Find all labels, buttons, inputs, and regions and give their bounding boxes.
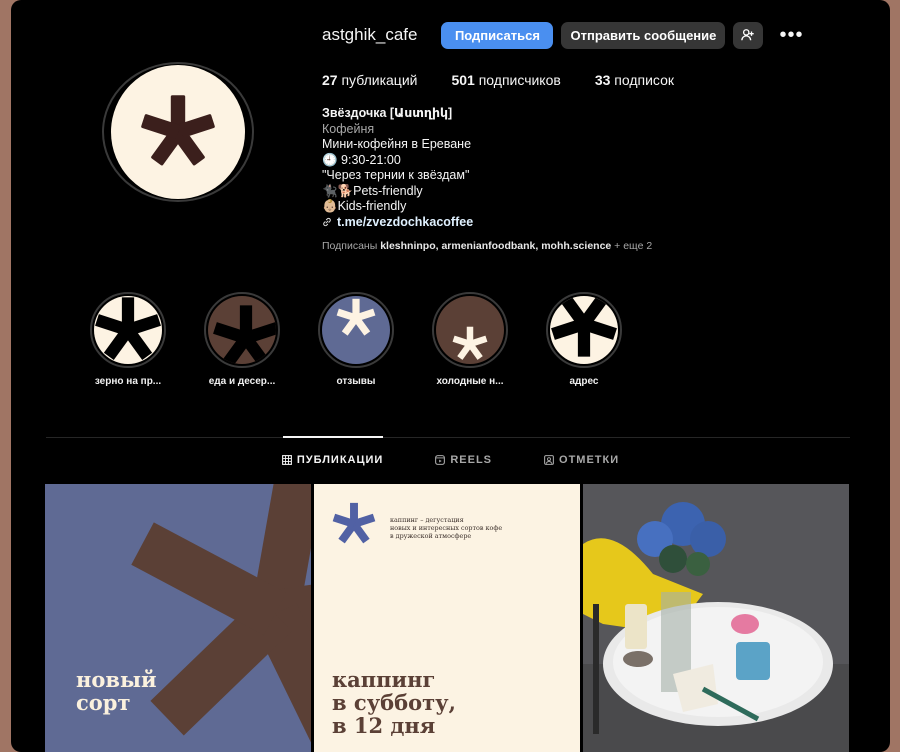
following-stat[interactable]: 33 подписок bbox=[595, 72, 674, 88]
highlight-item[interactable]: адрес bbox=[527, 292, 641, 387]
post-tile[interactable]: новый сорт bbox=[45, 484, 311, 752]
followed-by-accounts: kleshninpo, armenianfoodbank, mohh.scien… bbox=[380, 240, 612, 252]
post-caption-line: каппинг bbox=[332, 667, 436, 692]
post-small-text: каппинг – дегустация новых и интересных … bbox=[390, 516, 502, 540]
suggested-accounts-button[interactable] bbox=[733, 21, 764, 49]
posts-grid: новый сорт каппинг – дегустация новых и … bbox=[45, 484, 849, 752]
cafe-table-photo bbox=[583, 484, 849, 752]
profile-avatar[interactable] bbox=[102, 62, 254, 202]
highlight-item[interactable]: еда и десер... bbox=[185, 292, 299, 387]
highlight-cover bbox=[94, 296, 162, 364]
post-tile[interactable] bbox=[583, 484, 849, 752]
bio-line: "Через тернии к звёздам" bbox=[322, 168, 470, 182]
posts-stat: 27 публикаций bbox=[322, 72, 417, 88]
highlight-ring bbox=[546, 292, 622, 368]
post-caption-line: в дружеской атмосфере bbox=[390, 532, 472, 540]
posts-count: 27 bbox=[322, 72, 338, 88]
send-message-button[interactable]: Отправить сообщение bbox=[561, 21, 726, 49]
tab-reels-label: REELS bbox=[450, 454, 493, 466]
highlight-ring bbox=[204, 292, 280, 368]
tab-posts[interactable]: ПУБЛИКАЦИИ bbox=[281, 454, 384, 466]
post-caption: новый сорт bbox=[76, 668, 157, 714]
tab-tagged-label: ОТМЕТКИ bbox=[559, 454, 620, 466]
profile-header-row: astghik_cafe Подписаться Отправить сообщ… bbox=[322, 21, 803, 49]
post-caption-line: в субботу, bbox=[332, 690, 456, 715]
highlight-label: еда и десер... bbox=[208, 376, 276, 387]
tab-reels[interactable]: REELS bbox=[435, 454, 492, 466]
bio-line: Мини-кофейня в Ереване bbox=[322, 137, 472, 151]
followed-by[interactable]: Подписаны kleshninpo, armenianfoodbank, … bbox=[322, 240, 652, 252]
highlight-ring bbox=[90, 292, 166, 368]
highlight-item[interactable]: холодные н... bbox=[413, 292, 527, 387]
grid-icon bbox=[281, 455, 292, 465]
asterisk-icon bbox=[551, 296, 617, 357]
bio-line: 👶🏼Kids-friendly bbox=[322, 199, 407, 213]
highlight-label: зерно на пр... bbox=[94, 376, 162, 387]
profile-window: astghik_cafe Подписаться Отправить сообщ… bbox=[11, 0, 890, 752]
bio-line: 🐈‍⬛🐕Pets-friendly bbox=[322, 183, 423, 198]
asterisk-icon bbox=[452, 326, 488, 360]
bio-link[interactable]: t.me/zvezdochkacoffee bbox=[337, 215, 473, 231]
following-count: 33 bbox=[594, 72, 611, 88]
highlight-cover bbox=[436, 296, 504, 364]
highlight-cover bbox=[208, 296, 276, 364]
follow-button[interactable]: Подписаться bbox=[441, 21, 554, 49]
post-caption-line: новых и интересных сортов кофе bbox=[390, 524, 503, 532]
asterisk-icon bbox=[336, 298, 376, 336]
profile-bio: Звёздочка [Աստղիկ] Кофейня Мини-кофейня … bbox=[322, 106, 473, 230]
profile-stats: 27 публикаций 501 подписчиков 33 подписо… bbox=[322, 72, 708, 88]
story-highlights: зерно на пр... еда и десер... отзывы хол… bbox=[71, 292, 641, 387]
highlight-ring bbox=[432, 292, 508, 368]
active-tab-indicator bbox=[283, 436, 383, 438]
highlight-item[interactable]: зерно на пр... bbox=[71, 292, 185, 387]
reels-icon bbox=[435, 455, 446, 465]
post-caption-line: сорт bbox=[76, 690, 131, 715]
bio-line: 🕘 9:30-21:00 bbox=[322, 152, 401, 167]
followed-by-more: + еще 2 bbox=[614, 240, 653, 252]
asterisk-icon bbox=[95, 297, 161, 361]
profile-category: Кофейня bbox=[322, 121, 375, 136]
highlight-cover bbox=[550, 296, 618, 364]
username: astghik_cafe bbox=[322, 25, 418, 44]
tabs-divider bbox=[46, 437, 850, 438]
avatar-star-logo bbox=[111, 65, 245, 199]
tab-tagged[interactable]: ОТМЕТКИ bbox=[544, 454, 619, 466]
posts-label: публикаций bbox=[341, 72, 418, 88]
highlight-ring bbox=[318, 292, 394, 368]
bio-link-row[interactable]: t.me/zvezdochkacoffee bbox=[322, 215, 473, 231]
highlight-label: холодные н... bbox=[436, 376, 504, 387]
followers-label: подписчиков bbox=[478, 72, 561, 88]
highlight-item[interactable]: отзывы bbox=[299, 292, 413, 387]
add-person-icon bbox=[741, 29, 755, 41]
post-tile[interactable]: каппинг – дегустация новых и интересных … bbox=[314, 484, 580, 752]
asterisk-icon bbox=[332, 502, 376, 544]
link-icon bbox=[323, 218, 331, 227]
asterisk-icon bbox=[213, 305, 276, 364]
post-caption-line: новый bbox=[76, 667, 157, 692]
post-caption-line: в 12 дня bbox=[332, 713, 436, 738]
asterisk-icon bbox=[141, 95, 215, 166]
followers-count: 501 bbox=[451, 72, 475, 88]
followed-by-prefix: Подписаны bbox=[322, 240, 378, 252]
highlight-cover bbox=[322, 296, 390, 364]
followers-stat[interactable]: 501 подписчиков bbox=[451, 72, 560, 88]
display-name: Звёздочка [Աստղիկ] bbox=[322, 106, 453, 120]
highlight-label: отзывы bbox=[336, 376, 376, 387]
more-options-icon[interactable]: ••• bbox=[779, 24, 803, 47]
highlight-label: адрес bbox=[569, 376, 599, 387]
post-caption: каппинг в субботу, в 12 дня bbox=[332, 668, 456, 737]
post-caption-line: каппинг – дегустация bbox=[390, 516, 464, 524]
tab-posts-label: ПУБЛИКАЦИИ bbox=[296, 454, 384, 466]
following-label: подписок bbox=[614, 72, 674, 88]
tagged-person-icon bbox=[544, 455, 554, 465]
profile-tabs: ПУБЛИКАЦИИ REELS ОТМЕТКИ bbox=[11, 454, 890, 466]
